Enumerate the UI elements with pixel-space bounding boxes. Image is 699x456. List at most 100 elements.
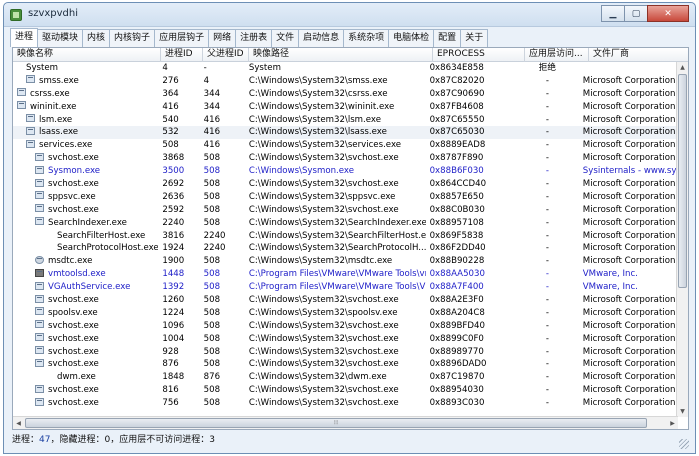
scroll-up-icon[interactable]: ▲ bbox=[677, 62, 688, 73]
table-row[interactable]: lsass.exe 532 416 C:\Windows\System32\lsass… bbox=[13, 126, 678, 140]
cell-eprocess: 0x8899C0F0 bbox=[429, 333, 484, 344]
cell-path: C:\Windows\System32\wininit.exe bbox=[248, 101, 395, 112]
tab-3[interactable]: 内核钩子 bbox=[109, 29, 156, 47]
table-row[interactable]: SearchProtocolHost.exe 1924 2240 C:\Windows… bbox=[13, 242, 678, 255]
scroll-left-icon[interactable]: ◀ bbox=[13, 418, 24, 429]
table-row[interactable]: SearchIndexer.exe 2240 508 C:\Windows\Syste… bbox=[13, 217, 678, 230]
cell-pid: 2240 bbox=[162, 217, 185, 228]
window-title: szvxpvdhi bbox=[28, 8, 79, 19]
table-row[interactable]: spoolsv.exe 1224 508 C:\Windows\System32\sp… bbox=[13, 307, 678, 320]
tab-7[interactable]: 文件 bbox=[271, 29, 300, 47]
table-row[interactable]: System 4 - System 0x8634E858 拒绝 bbox=[13, 62, 678, 75]
cell-path: C:\Windows\System32\svchost.exe bbox=[248, 179, 399, 190]
process-name: SearchFilterHost.exe bbox=[57, 230, 146, 241]
table-row[interactable]: sppsvc.exe 2636 508 C:\Windows\System32\spp… bbox=[13, 191, 678, 204]
tab-4[interactable]: 应用层钩子 bbox=[154, 29, 210, 47]
table-row[interactable]: svchost.exe 928 508 C:\Windows\System32\svc… bbox=[13, 346, 678, 359]
tab-9[interactable]: 系统杂项 bbox=[343, 29, 390, 47]
tab-8[interactable]: 启动信息 bbox=[298, 29, 345, 47]
minimize-button[interactable]: ▁ bbox=[601, 5, 625, 22]
cell-path: C:\Windows\System32\svchost.exe bbox=[248, 359, 399, 370]
window-app-icon bbox=[26, 126, 35, 135]
column-header-3[interactable]: 映像路径 bbox=[249, 48, 433, 62]
tab-0[interactable]: 进程 bbox=[10, 28, 39, 47]
table-row[interactable]: svchost.exe 1260 508 C:\Windows\System32\sv… bbox=[13, 294, 678, 307]
table-row[interactable]: csrss.exe 364 344 C:\Windows\System32\csrss… bbox=[13, 88, 678, 101]
cell-ppid: 416 bbox=[203, 114, 221, 125]
table-row[interactable]: lsm.exe 540 416 C:\Windows\System32\lsm.exe… bbox=[13, 114, 678, 127]
cell-eprocess: 0x8634E858 bbox=[429, 63, 484, 73]
cell-eprocess: 0x88A204C8 bbox=[429, 307, 485, 318]
tab-10[interactable]: 电脑体检 bbox=[388, 29, 435, 47]
table-row[interactable]: SearchFilterHost.exe 3816 2240 C:\Windows\S… bbox=[13, 230, 678, 243]
process-name-cell: svchost.exe bbox=[13, 397, 158, 410]
table-row[interactable]: Sysmon.exe 3500 508 C:\Windows\Sysmon.exe 0x… bbox=[13, 165, 678, 178]
resize-grip[interactable] bbox=[679, 439, 689, 449]
cell-vendor: Microsoft Corporation bbox=[582, 114, 676, 125]
table-row[interactable]: svchost.exe 816 508 C:\Windows\System32\svc… bbox=[13, 384, 678, 397]
window-app-icon bbox=[35, 217, 44, 226]
table-row[interactable]: svchost.exe 2592 508 C:\Windows\System32\sv… bbox=[13, 204, 678, 217]
vertical-scroll-thumb[interactable] bbox=[678, 74, 687, 288]
table-row[interactable]: msdtc.exe 1900 508 C:\Windows\System32\msdt… bbox=[13, 255, 678, 268]
cell-path: C:\Windows\System32\csrss.exe bbox=[248, 88, 388, 99]
window-app-icon bbox=[35, 307, 44, 316]
table-row[interactable]: VGAuthService.exe 1392 508 C:\Program Files… bbox=[13, 281, 678, 294]
column-header-0[interactable]: 映像名称 bbox=[13, 48, 161, 62]
window-app-icon bbox=[26, 114, 35, 123]
table-row[interactable]: svchost.exe 756 508 C:\Windows\System32\svc… bbox=[13, 397, 678, 410]
process-name: Sysmon.exe bbox=[48, 166, 101, 177]
table-row[interactable]: vmtoolsd.exe 1448 508 C:\Program Files\VMwa… bbox=[13, 268, 678, 281]
status-inaccessible-label: ，应用层不可访问进程： bbox=[110, 435, 210, 445]
cell-ppid: 508 bbox=[203, 191, 221, 202]
close-button[interactable]: ✕ bbox=[647, 5, 689, 22]
column-header-1[interactable]: 进程ID bbox=[161, 48, 203, 62]
table-row[interactable]: wininit.exe 416 344 C:\Windows\System32\win… bbox=[13, 101, 678, 114]
tab-12[interactable]: 关于 bbox=[460, 29, 489, 47]
process-name-cell: SearchIndexer.exe bbox=[13, 217, 158, 230]
cell-vendor: Microsoft Corporation bbox=[582, 191, 676, 202]
cell-vendor: Microsoft Corporation bbox=[582, 140, 676, 151]
table-row[interactable]: svchost.exe 1004 508 C:\Windows\System32\sv… bbox=[13, 333, 678, 346]
column-header-6[interactable]: 文件厂商 bbox=[589, 48, 688, 62]
cell-eprocess: 0x88C0B030 bbox=[429, 204, 485, 215]
cell-ppid: 508 bbox=[203, 320, 221, 331]
column-header-4[interactable]: EPROCESS bbox=[433, 48, 525, 62]
window-app-icon bbox=[35, 281, 44, 290]
tab-5[interactable]: 网络 bbox=[208, 29, 237, 47]
table-row[interactable]: services.exe 508 416 C:\Windows\System32\se… bbox=[13, 139, 678, 152]
table-row[interactable]: smss.exe 276 4 C:\Windows\System32\smss.exe… bbox=[13, 75, 678, 88]
tab-1[interactable]: 驱动模块 bbox=[37, 29, 84, 47]
window-app-icon bbox=[35, 178, 44, 187]
column-header-5[interactable]: 应用层访问... bbox=[525, 48, 589, 62]
horizontal-scroll-thumb[interactable]: ⦙⦙⦙ bbox=[25, 418, 647, 428]
column-header-2[interactable]: 父进程ID bbox=[203, 48, 249, 62]
process-name-cell: dwm.exe bbox=[13, 371, 158, 384]
table-row[interactable]: dwm.exe 1848 876 C:\Windows\System32\dwm.ex… bbox=[13, 371, 678, 384]
cell-path: C:\Windows\System32\smss.exe bbox=[248, 75, 388, 86]
cell-vendor: Microsoft Corporation bbox=[582, 372, 676, 383]
cell-ppid: 508 bbox=[203, 359, 221, 370]
table-row[interactable]: svchost.exe 3868 508 C:\Windows\System32\sv… bbox=[13, 152, 678, 165]
process-name: svchost.exe bbox=[48, 179, 99, 190]
table-row[interactable]: svchost.exe 1096 508 C:\Windows\System32\sv… bbox=[13, 320, 678, 333]
maximize-button[interactable]: ▢ bbox=[624, 5, 648, 22]
horizontal-scrollbar[interactable]: ◀ ⦙⦙⦙ ▶ bbox=[13, 416, 678, 429]
process-name-cell: sppsvc.exe bbox=[13, 191, 158, 204]
tab-6[interactable]: 注册表 bbox=[235, 29, 273, 47]
cell-eprocess: 0x88989770 bbox=[429, 346, 484, 357]
process-name: System bbox=[26, 63, 59, 73]
tab-11[interactable]: 配置 bbox=[433, 29, 462, 47]
cell-ppid: 508 bbox=[203, 385, 221, 396]
tab-2[interactable]: 内核 bbox=[82, 29, 111, 47]
cell-pid: 1924 bbox=[162, 243, 185, 254]
vertical-scrollbar[interactable]: ▲ ▼ bbox=[676, 62, 688, 417]
scroll-down-icon[interactable]: ▼ bbox=[677, 406, 688, 417]
cell-path: C:\Windows\Sysmon.exe bbox=[248, 166, 355, 177]
table-row[interactable]: svchost.exe 876 508 C:\Windows\System32\svc… bbox=[13, 358, 678, 371]
process-name: svchost.exe bbox=[48, 346, 99, 357]
window-app-icon bbox=[35, 152, 44, 161]
scroll-right-icon[interactable]: ▶ bbox=[667, 418, 678, 429]
table-row[interactable]: svchost.exe 2692 508 C:\Windows\System32\sv… bbox=[13, 178, 678, 191]
title-bar[interactable]: szvxpvdhi ▁ ▢ ✕ bbox=[4, 3, 695, 27]
